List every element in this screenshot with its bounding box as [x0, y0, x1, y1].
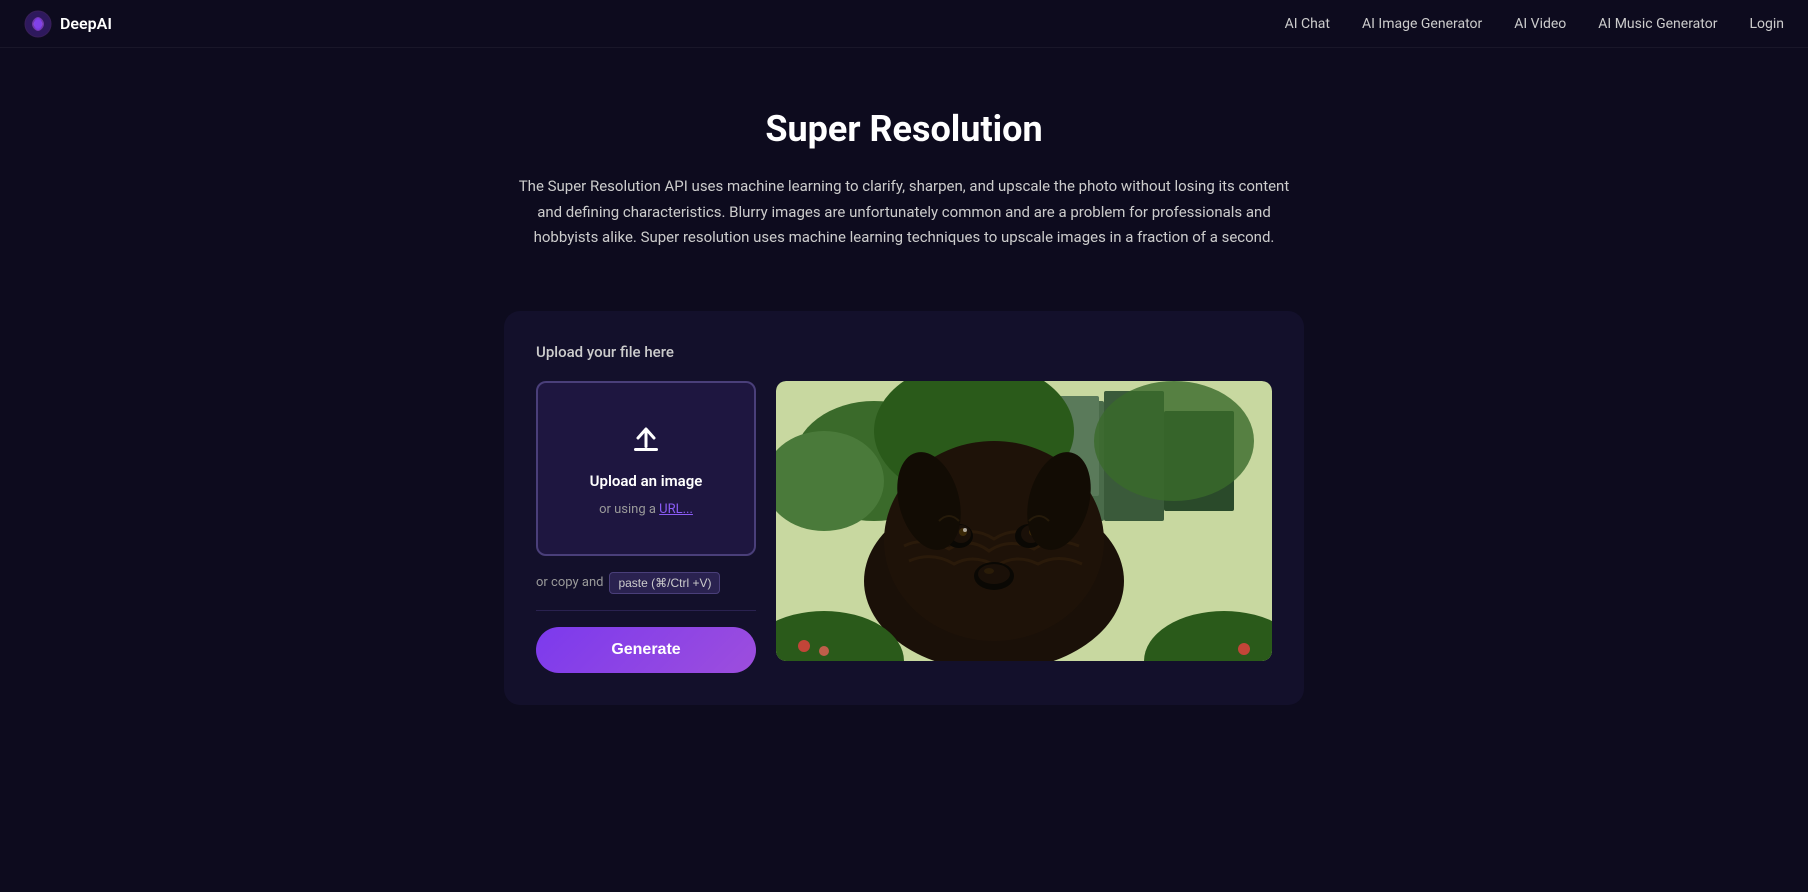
upload-label: Upload an image: [590, 472, 703, 490]
paste-prefix-text: or copy and: [536, 575, 603, 590]
nav-links: AI Chat AI Image Generator AI Video AI M…: [1285, 16, 1784, 32]
nav-ai-music-generator[interactable]: AI Music Generator: [1598, 16, 1717, 32]
url-prefix-text: or using a: [599, 502, 656, 517]
hero-section: Super Resolution The Super Resolution AP…: [454, 48, 1354, 291]
upload-content-row: Upload an image or using a URL... or cop…: [536, 381, 1272, 673]
nav-ai-video[interactable]: AI Video: [1514, 16, 1566, 32]
upload-icon: [626, 420, 666, 460]
dog-image-svg: [776, 381, 1272, 661]
upload-panel: Upload your file here Upload an image or…: [504, 311, 1304, 705]
upload-box: Upload an image or using a URL... or cop…: [536, 381, 756, 673]
hero-description: The Super Resolution API uses machine le…: [514, 174, 1294, 251]
upload-url-link[interactable]: URL...: [659, 502, 693, 517]
generate-button[interactable]: Generate: [536, 627, 756, 673]
main-content: Upload your file here Upload an image or…: [0, 291, 1808, 745]
logo[interactable]: DeepAI: [24, 10, 112, 38]
upload-dropzone[interactable]: Upload an image or using a URL...: [536, 381, 756, 556]
deepai-logo-icon: [24, 10, 52, 38]
upload-url-row: or using a URL...: [599, 502, 693, 517]
logo-text: DeepAI: [60, 14, 112, 33]
nav-ai-image-generator[interactable]: AI Image Generator: [1362, 16, 1482, 32]
upload-paste-row: or copy and paste (⌘/Ctrl +V): [536, 572, 756, 594]
paste-button[interactable]: paste (⌘/Ctrl +V): [609, 572, 720, 594]
result-image: [776, 381, 1272, 661]
result-image-container: [776, 381, 1272, 661]
nav-login[interactable]: Login: [1749, 16, 1784, 32]
divider: [536, 610, 756, 611]
navbar: DeepAI AI Chat AI Image Generator AI Vid…: [0, 0, 1808, 48]
nav-ai-chat[interactable]: AI Chat: [1285, 16, 1330, 32]
page-title: Super Resolution: [478, 108, 1330, 150]
upload-section-title: Upload your file here: [536, 343, 1272, 361]
